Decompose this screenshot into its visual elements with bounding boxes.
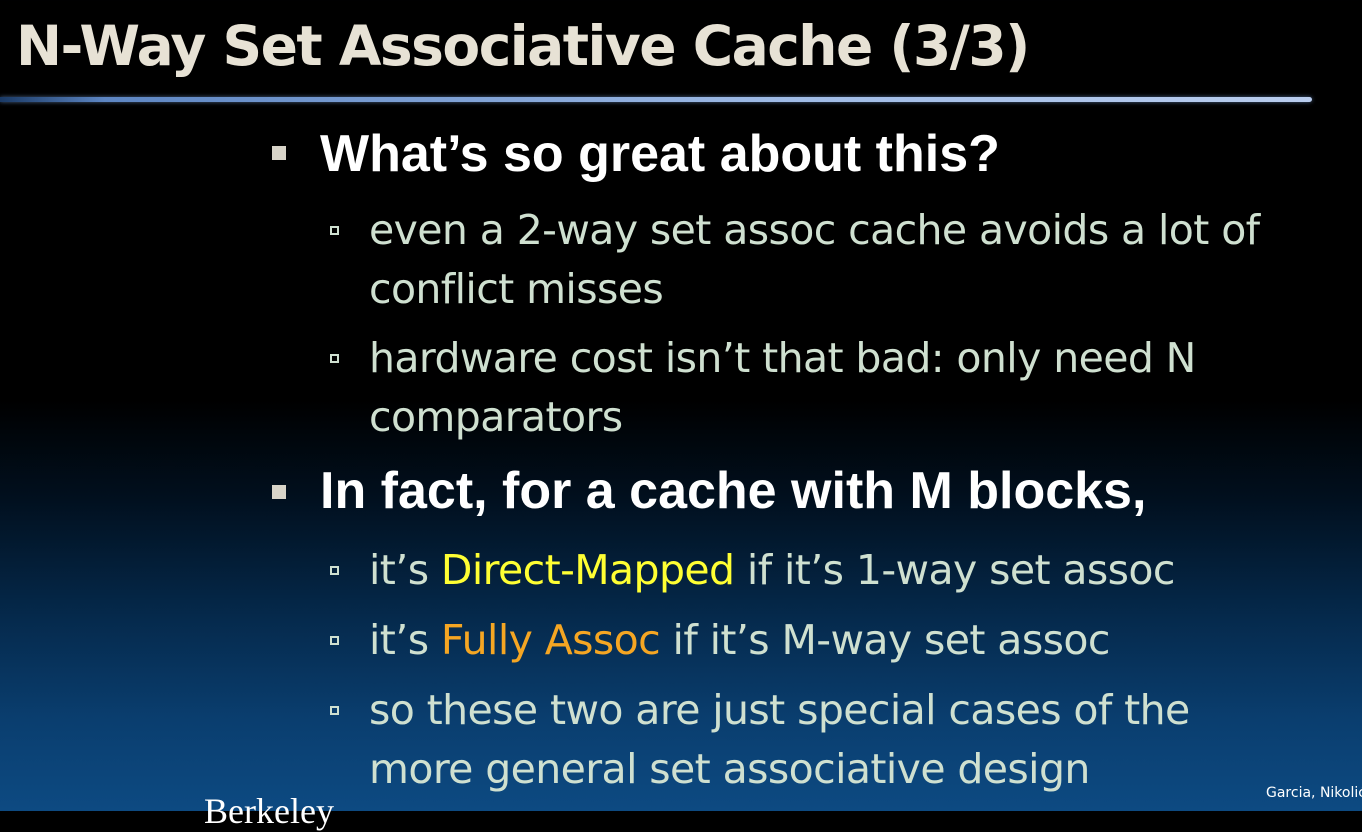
hollow-square-bullet-icon [330, 636, 339, 645]
highlight-direct-mapped: Direct-Mapped [440, 546, 735, 594]
sub-bullet-line: so these two are just special cases of t… [369, 686, 1190, 734]
sub-bullet-line: it’s Direct-Mapped if it’s 1-way set ass… [369, 541, 1175, 600]
hollow-square-bullet-icon [330, 226, 339, 235]
bullet-text: What’s so great about this? [320, 125, 1000, 183]
sub-bullet-suffix: if it’s 1-way set assoc [734, 546, 1176, 594]
square-bullet-icon [272, 485, 286, 499]
sub-bullet-line: it’s Fully Assoc if it’s M-way set assoc [369, 611, 1110, 670]
sub-bullet-line: even a 2-way set assoc cache avoids a lo… [369, 206, 1260, 254]
sub-bullet-prefix: it’s [369, 616, 441, 664]
sub-bullet-prefix: it’s [369, 546, 441, 594]
highlight-fully-assoc: Fully Assoc [440, 616, 661, 664]
title-divider [0, 97, 1312, 102]
hollow-square-bullet-icon [330, 706, 339, 715]
sub-bullet-line: hardware cost isn’t that bad: only need … [369, 334, 1196, 382]
square-bullet-icon [272, 146, 286, 160]
sub-bullet-suffix: if it’s M-way set assoc [660, 616, 1111, 664]
hollow-square-bullet-icon [330, 566, 339, 575]
hollow-square-bullet-icon [330, 354, 339, 363]
bullet-text: In fact, for a cache with M blocks, [320, 462, 1147, 520]
berkeley-logo-text: Berkeley [204, 791, 334, 831]
author-credit: Garcia, Nikolić [1266, 785, 1362, 801]
sub-bullet-line: more general set associative design [369, 745, 1090, 793]
sub-bullet-line: comparators [369, 393, 623, 441]
slide-title: N-Way Set Associative Cache (3/3) [16, 14, 1030, 78]
sub-bullet-line: conflict misses [369, 265, 664, 313]
